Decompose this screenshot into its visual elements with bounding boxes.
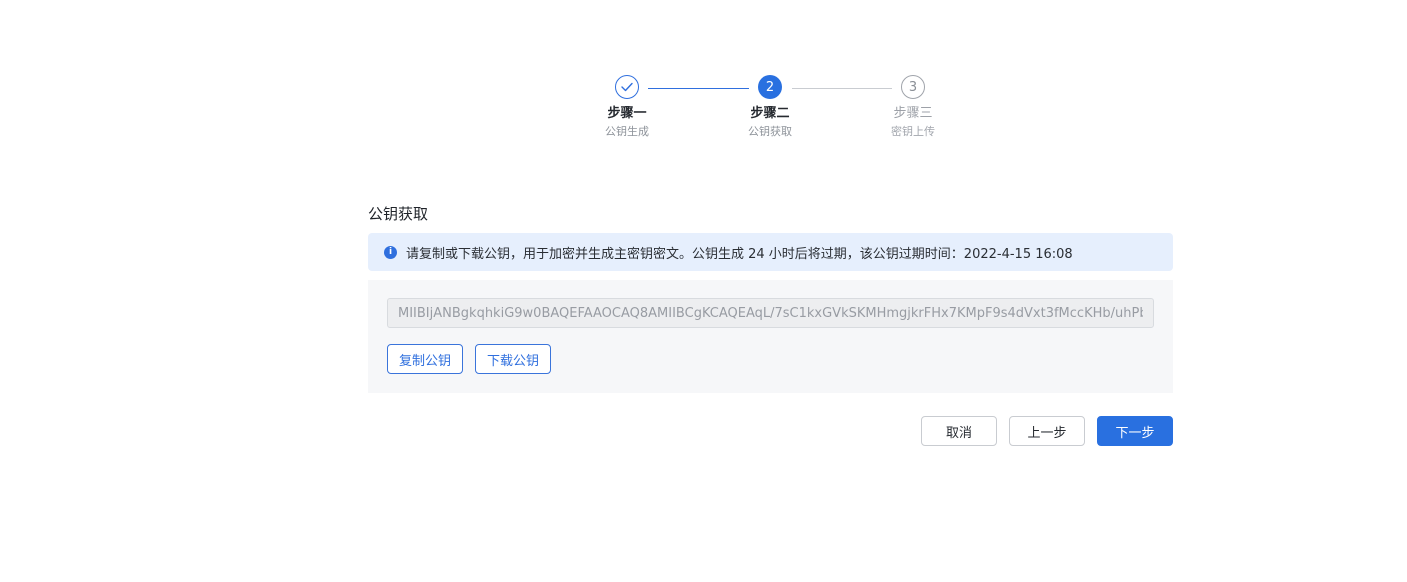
step-3-title: 步骤三 bbox=[893, 106, 933, 121]
public-key-panel: 复制公钥 下载公钥 bbox=[368, 280, 1173, 393]
cancel-button[interactable]: 取消 bbox=[921, 416, 997, 446]
step-1-title: 步骤一 bbox=[607, 106, 647, 121]
step-2: 2 步骤二 公钥获取 bbox=[710, 75, 830, 140]
step-1: 步骤一 公钥生成 bbox=[567, 75, 687, 140]
step-1-circle bbox=[615, 75, 639, 99]
copy-key-button[interactable]: 复制公钥 bbox=[387, 344, 463, 374]
info-icon: i bbox=[384, 245, 397, 259]
step-1-description: 公钥生成 bbox=[605, 125, 649, 138]
step-2-description: 公钥获取 bbox=[748, 125, 792, 138]
section-title: 公钥获取 bbox=[368, 205, 429, 223]
next-step-button[interactable]: 下一步 bbox=[1097, 416, 1173, 446]
step-3-description: 密钥上传 bbox=[891, 125, 935, 138]
public-key-field[interactable] bbox=[387, 298, 1154, 328]
previous-step-button[interactable]: 上一步 bbox=[1009, 416, 1085, 446]
step-3: 3 步骤三 密钥上传 bbox=[853, 75, 973, 140]
steps-progress: 步骤一 公钥生成 2 步骤二 公钥获取 3 步骤三 密钥上传 bbox=[0, 0, 1407, 160]
step-2-circle: 2 bbox=[758, 75, 782, 99]
step-3-circle: 3 bbox=[901, 75, 925, 99]
download-key-button[interactable]: 下载公钥 bbox=[475, 344, 551, 374]
check-icon bbox=[621, 82, 633, 92]
step-2-title: 步骤二 bbox=[750, 106, 790, 121]
alert-message: 请复制或下载公钥，用于加密并生成主密钥密文。公钥生成 24 小时后将过期，该公钥… bbox=[406, 246, 1073, 262]
info-alert: i 请复制或下载公钥，用于加密并生成主密钥密文。公钥生成 24 小时后将过期，该… bbox=[368, 233, 1173, 271]
